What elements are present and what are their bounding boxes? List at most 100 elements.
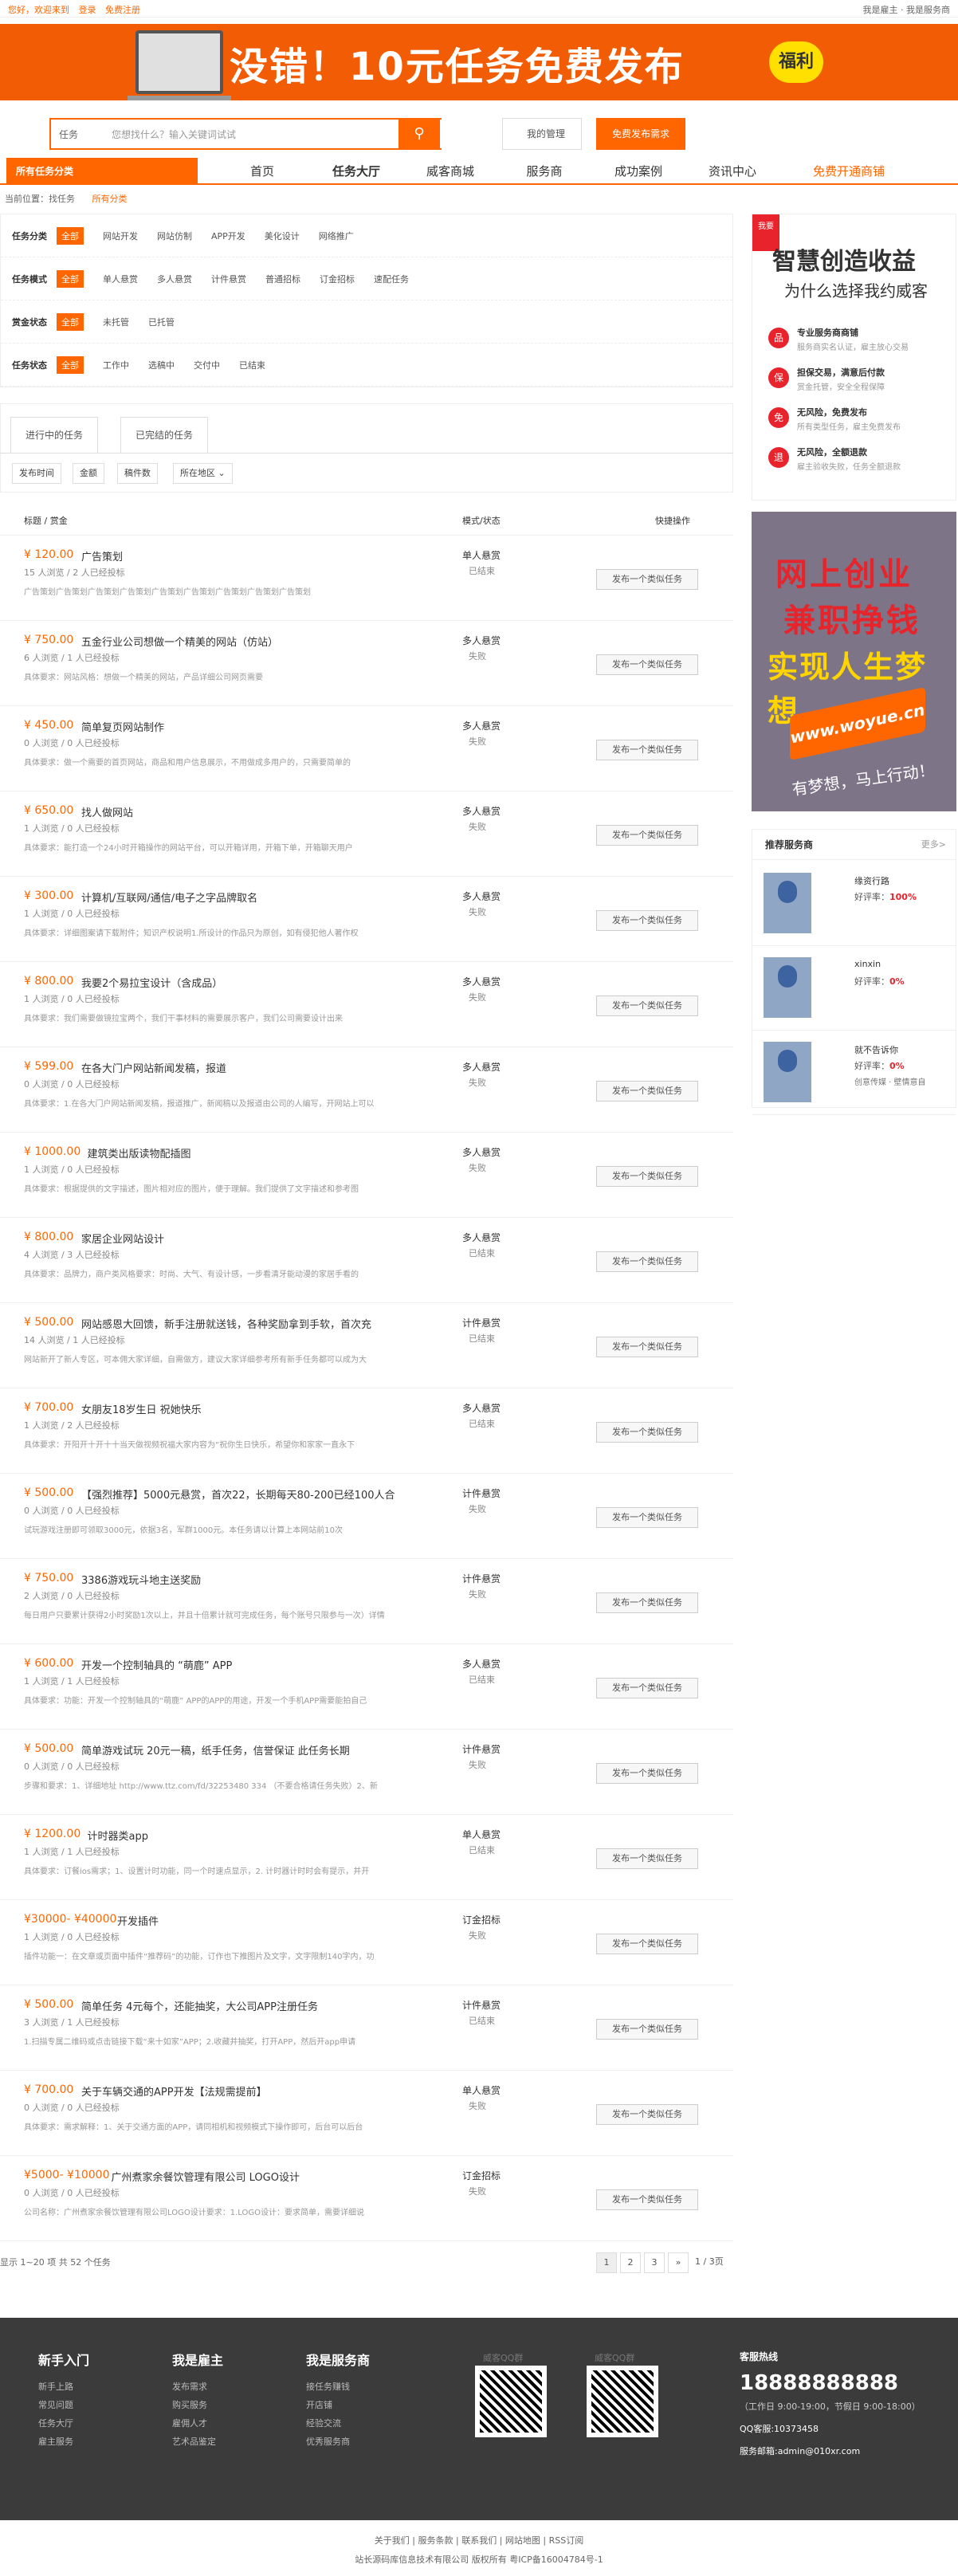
task-title[interactable]: 简单复页网站制作	[81, 719, 164, 734]
all-categories-menu[interactable]: 所有任务分类	[6, 158, 198, 185]
publish-similar-button[interactable]: 发布一个类似任务	[596, 569, 698, 590]
provider-item[interactable]: xinxin 好评率：0%	[752, 946, 956, 1031]
publish-similar-button[interactable]: 发布一个类似任务	[596, 2189, 698, 2210]
publish-similar-button[interactable]: 发布一个类似任务	[596, 995, 698, 1016]
more-link[interactable]: 更多>	[921, 830, 946, 860]
startup-promo-banner[interactable]: 网上创业 兼职挣钱 实现人生梦想 www.woyue.cn 有梦想，马上行动！	[752, 512, 956, 811]
task-title[interactable]: 计时器类app	[88, 1828, 148, 1843]
filter-option[interactable]: 选稿中	[148, 359, 175, 371]
nav-item-news[interactable]: 资讯中心	[685, 158, 779, 185]
search-input[interactable]: 任务 您想找什么？输入关键词试试	[49, 118, 442, 150]
filter-option-selected[interactable]: 全部	[57, 312, 84, 331]
task-title[interactable]: 3386游戏玩斗地主送奖励	[81, 1572, 201, 1587]
footer-link[interactable]: 常见问题	[38, 2398, 89, 2411]
register-link[interactable]: 免费注册	[105, 5, 140, 15]
task-title[interactable]: 五金行业公司想做一个精美的网站（仿站）	[81, 634, 278, 649]
task-title[interactable]: 我要2个易拉宝设计（含成品）	[81, 975, 222, 990]
publish-similar-button[interactable]: 发布一个类似任务	[596, 825, 698, 846]
task-title[interactable]: 找人做网站	[81, 804, 133, 819]
footer-link[interactable]: 优秀服务商	[306, 2435, 370, 2448]
publish-demand-button[interactable]: 免费发布需求	[596, 118, 685, 150]
filter-option[interactable]: 多人悬赏	[157, 273, 192, 285]
page-3[interactable]: 3	[644, 2252, 665, 2273]
nav-item-mall[interactable]: 威客商城	[403, 158, 497, 185]
publish-similar-button[interactable]: 发布一个类似任务	[596, 740, 698, 760]
welcome-link[interactable]: 您好，欢迎来到	[8, 5, 69, 15]
filter-option[interactable]: 网站开发	[103, 230, 138, 242]
publish-similar-button[interactable]: 发布一个类似任务	[596, 1251, 698, 1272]
footer-link[interactable]: 任务大厅	[38, 2417, 89, 2429]
search-button[interactable]: ⚲	[399, 118, 440, 150]
sort-drafts[interactable]: 稿件数	[117, 463, 158, 484]
footer-link[interactable]: 开店铺	[306, 2398, 370, 2411]
promo-banner[interactable]: 没错！10元任务免费发布 福利	[0, 24, 958, 100]
sort-amount[interactable]: 金额	[73, 463, 104, 484]
publish-similar-button[interactable]: 发布一个类似任务	[596, 1763, 698, 1784]
task-title[interactable]: 在各大门户网站新闻发稿，报道	[81, 1060, 226, 1075]
footer-links[interactable]: 关于我们 | 服务条款 | 联系我们 | 网站地图 | RSS订阅	[0, 2531, 958, 2550]
task-title[interactable]: 广告策划	[81, 548, 123, 564]
footer-link[interactable]: 发布需求	[172, 2380, 223, 2393]
nav-item-home[interactable]: 首页	[215, 158, 309, 185]
filter-option-selected[interactable]: 全部	[57, 355, 84, 374]
footer-link[interactable]: 经验交流	[306, 2417, 370, 2429]
filter-option[interactable]: 速配任务	[374, 273, 409, 285]
publish-similar-button[interactable]: 发布一个类似任务	[596, 1081, 698, 1101]
login-link[interactable]: 登录	[79, 5, 96, 15]
why-choose-promo[interactable]: 我要 智慧创造收益 为什么选择我约威客 品 专业服务商商铺 服务商实名认证，雇主…	[752, 214, 956, 501]
task-title[interactable]: 计算机/互联网/通信/电子之字品牌取名	[81, 889, 257, 905]
open-shop-link[interactable]: 免费开通商铺	[813, 158, 885, 185]
task-title[interactable]: 建筑类出版读物配插图	[88, 1145, 191, 1160]
publish-similar-button[interactable]: 发布一个类似任务	[596, 1337, 698, 1357]
footer-link[interactable]: 购买服务	[172, 2398, 223, 2411]
filter-option[interactable]: 美化设计	[265, 230, 300, 242]
footer-link[interactable]: 艺术品鉴定	[172, 2435, 223, 2448]
footer-link[interactable]: 接任务赚钱	[306, 2380, 370, 2393]
publish-similar-button[interactable]: 发布一个类似任务	[596, 654, 698, 675]
filter-option[interactable]: 已结束	[239, 359, 265, 371]
filter-option[interactable]: 网站仿制	[157, 230, 192, 242]
publish-similar-button[interactable]: 发布一个类似任务	[596, 2019, 698, 2040]
provider-name[interactable]: xinxin	[854, 959, 881, 969]
nav-item-task-hall[interactable]: 任务大厅	[309, 158, 403, 185]
page-1[interactable]: 1	[596, 2252, 617, 2273]
filter-option[interactable]: 工作中	[103, 359, 129, 371]
publish-similar-button[interactable]: 发布一个类似任务	[596, 1166, 698, 1187]
task-title[interactable]: 简单任务 4元每个，还能抽奖，大公司APP注册任务	[81, 1998, 318, 2013]
footer-link[interactable]: 新手上路	[38, 2380, 89, 2393]
task-title[interactable]: 关于车辆交通的APP开发【法规需提前】	[81, 2083, 267, 2099]
tab-ongoing[interactable]: 进行中的任务	[10, 417, 99, 454]
filter-option[interactable]: 已托管	[148, 316, 175, 328]
publish-similar-button[interactable]: 发布一个类似任务	[596, 2104, 698, 2125]
sort-time[interactable]: 发布时间	[12, 463, 61, 484]
provider-name[interactable]: 缘资行路	[854, 874, 889, 887]
filter-option-selected[interactable]: 全部	[57, 226, 84, 245]
publish-similar-button[interactable]: 发布一个类似任务	[596, 1507, 698, 1528]
publish-similar-button[interactable]: 发布一个类似任务	[596, 1422, 698, 1443]
filter-option[interactable]: APP开发	[211, 230, 245, 242]
task-title[interactable]: 简单游戏试玩 20元一稿，纸手任务，信誉保证 此任务长期	[81, 1742, 350, 1757]
my-manage-button[interactable]: 我的管理	[502, 118, 582, 150]
publish-similar-button[interactable]: 发布一个类似任务	[596, 1848, 698, 1869]
footer-link[interactable]: 雇佣人才	[172, 2417, 223, 2429]
task-title[interactable]: 【强烈推荐】5000元悬赏，首次22，长期每天80-200已经100人合	[81, 1486, 395, 1502]
filter-option[interactable]: 计件悬赏	[211, 273, 246, 285]
nav-item-cases[interactable]: 成功案例	[591, 158, 685, 185]
filter-option[interactable]: 未托管	[103, 316, 129, 328]
task-title[interactable]: 网站感恩大回馈，新手注册就送钱，各种奖励拿到手软，首次充	[81, 1316, 371, 1331]
publish-similar-button[interactable]: 发布一个类似任务	[596, 1934, 698, 1954]
task-title[interactable]: 广州煮家余餐饮管理有限公司 LOGO设计	[112, 2169, 300, 2184]
task-title[interactable]: 开发一个控制轴具的 “萌鹿” APP	[81, 1657, 232, 1672]
filter-option[interactable]: 普通招标	[265, 273, 300, 285]
footer-link[interactable]: 雇主服务	[38, 2435, 89, 2448]
publish-similar-button[interactable]: 发布一个类似任务	[596, 1678, 698, 1698]
tab-finished[interactable]: 已完结的任务	[120, 417, 209, 454]
sort-region[interactable]: 所在地区 ⌄	[173, 463, 233, 484]
provider-item[interactable]: 缘资行路 好评率：100%	[752, 862, 956, 946]
provider-item[interactable]: 就不告诉你 好评率：0% 创意传媒 · 壁情意自	[752, 1031, 956, 1115]
nav-item-providers[interactable]: 服务商	[497, 158, 591, 185]
provider-name[interactable]: 就不告诉你	[854, 1043, 898, 1056]
filter-option-selected[interactable]: 全部	[57, 269, 84, 288]
task-title[interactable]: 女朋友18岁生日 祝她快乐	[81, 1401, 202, 1416]
filter-option[interactable]: 网络推广	[319, 230, 354, 242]
